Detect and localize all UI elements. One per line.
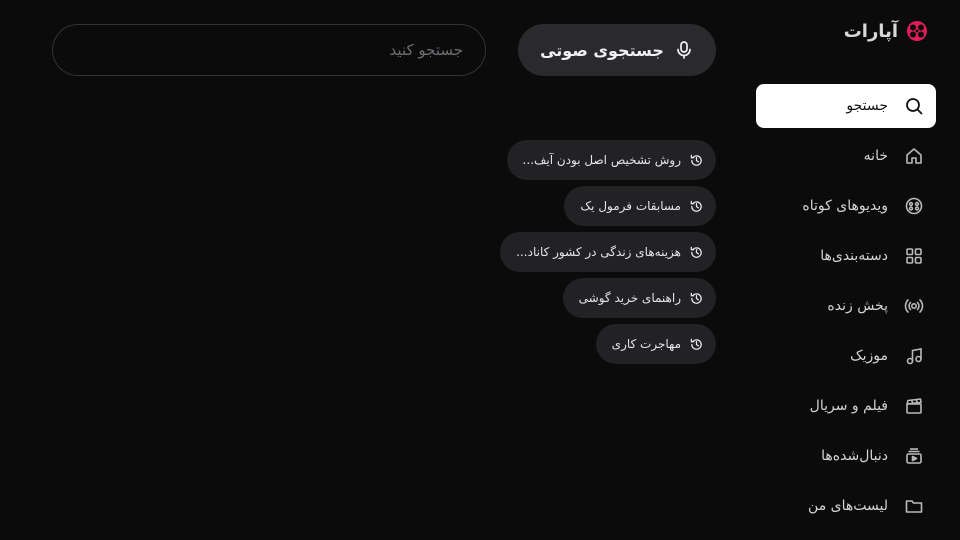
app-logo[interactable]: آپارات xyxy=(844,18,930,44)
sidebar-item-label: دسته‌بندی‌ها xyxy=(820,248,888,264)
aparat-logo-icon xyxy=(907,21,927,41)
sidebar-item-live[interactable]: پخش زنده xyxy=(756,284,936,328)
recent-search-item[interactable]: روش تشخیص اصل بودن آیف... xyxy=(506,140,716,180)
sidebar-item-label: لیست‌های من xyxy=(808,498,888,514)
grid-icon xyxy=(906,248,922,264)
home-icon xyxy=(906,148,922,164)
sidebar-item-my-lists[interactable]: لیست‌های من xyxy=(756,484,936,528)
sidebar-item-search[interactable]: جستجو xyxy=(756,84,936,128)
history-icon xyxy=(690,338,702,350)
folder-icon xyxy=(905,500,923,513)
search-icon xyxy=(906,98,923,115)
recent-search-label: مهاجرت کاری xyxy=(611,337,681,351)
search-input[interactable] xyxy=(52,24,486,76)
subscriptions-icon xyxy=(906,448,922,464)
history-icon xyxy=(690,154,702,166)
logo-wordmark: آپارات xyxy=(843,20,898,42)
recent-search-item[interactable]: هزینه‌های زندگی در کشور کاناد... xyxy=(500,232,716,272)
recent-search-label: هزینه‌های زندگی در کشور کاناد... xyxy=(516,245,681,259)
sidebar-item-label: پخش زنده xyxy=(827,298,888,314)
history-icon xyxy=(690,246,702,258)
recent-search-item[interactable]: مهاجرت کاری xyxy=(595,324,716,364)
recent-search-item[interactable]: مسابقات فرمول یک xyxy=(564,186,716,226)
live-icon xyxy=(904,299,924,313)
sidebar-item-music[interactable]: موزیک xyxy=(756,334,936,378)
recent-searches: روش تشخیص اصل بودن آیف... مسابقات فرمول … xyxy=(500,140,716,364)
recent-search-label: راهنمای خرید گوشی xyxy=(578,291,681,305)
sidebar-nav: جستجو خانه ویدیوهای کوتاه دسته‌بندی‌ها پ… xyxy=(756,84,936,534)
microphone-icon xyxy=(677,41,691,59)
sidebar-item-label: موزیک xyxy=(850,348,888,364)
sidebar-item-label: خانه xyxy=(863,148,888,164)
recent-search-label: مسابقات فرمول یک xyxy=(580,199,681,213)
history-icon xyxy=(690,200,702,212)
sidebar-item-categories[interactable]: دسته‌بندی‌ها xyxy=(756,234,936,278)
sidebar-item-movies[interactable]: فیلم و سریال xyxy=(756,384,936,428)
sidebar-item-label: جستجو xyxy=(846,98,888,114)
clapper-icon xyxy=(906,398,922,414)
sidebar-item-label: ویدیوهای کوتاه xyxy=(802,198,888,214)
music-icon xyxy=(906,348,922,365)
recent-search-label: روش تشخیص اصل بودن آیف... xyxy=(522,153,681,167)
voice-search-button[interactable]: جستجوی صوتی xyxy=(518,24,716,76)
sidebar-item-shorts[interactable]: ویدیوهای کوتاه xyxy=(756,184,936,228)
history-icon xyxy=(690,292,702,304)
sidebar-item-home[interactable]: خانه xyxy=(756,134,936,178)
voice-search-label: جستجوی صوتی xyxy=(540,40,664,60)
reel-icon xyxy=(905,197,923,215)
sidebar-item-label: فیلم و سریال xyxy=(809,398,888,414)
sidebar-item-following[interactable]: دنبال‌شده‌ها xyxy=(756,434,936,478)
sidebar-item-label: دنبال‌شده‌ها xyxy=(821,448,888,464)
recent-search-item[interactable]: راهنمای خرید گوشی xyxy=(562,278,716,318)
